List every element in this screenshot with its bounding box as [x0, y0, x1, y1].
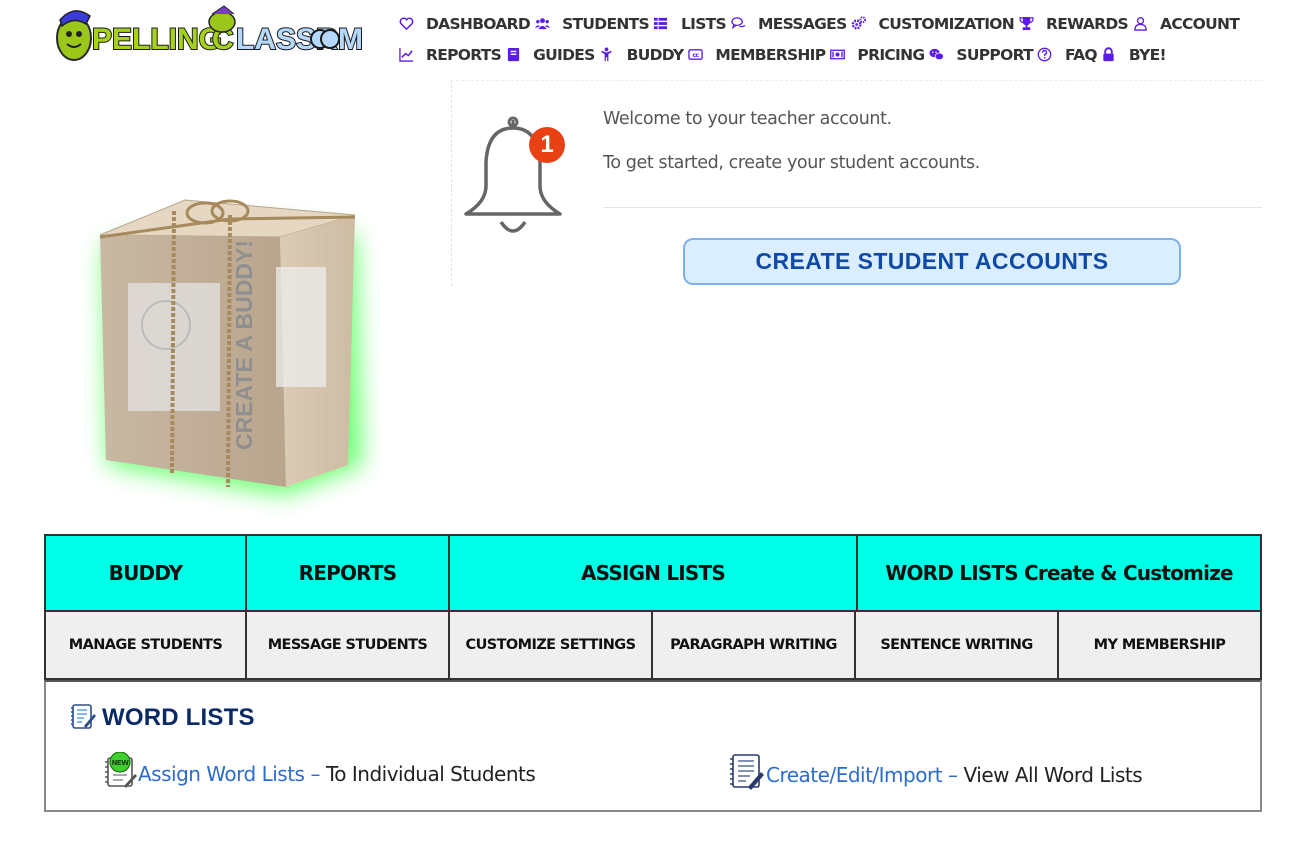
spellingclassroom-logo[interactable]: PELLING C LASSR M	[52, 2, 384, 64]
assign-word-lists-row: NEW Assign Word Lists – To Individual St…	[104, 751, 536, 795]
book-icon	[505, 47, 521, 63]
nav-lists-label: LISTS	[680, 14, 727, 33]
create-buddy-label: CREATE A BUDDY!	[231, 240, 257, 450]
notepad-icon	[70, 702, 96, 734]
question-circle-icon	[1037, 47, 1053, 63]
create-dash: –	[948, 762, 958, 787]
assign-word-lists-link[interactable]: Assign Word Lists	[138, 762, 305, 786]
nav-reports-label: REPORTS	[426, 45, 502, 64]
new-list-icon: NEW	[104, 751, 138, 795]
nav-row-2: REPORTS GUIDES BUDDY cc MEMBERSHIP PRICI…	[398, 39, 1278, 70]
nav-rewards[interactable]: REWARDS	[1018, 15, 1132, 33]
nav-dashboard-label: DASHBOARD	[426, 14, 531, 33]
tile-reports[interactable]: REPORTS	[247, 536, 450, 610]
chart-line-icon	[398, 47, 414, 63]
create-student-accounts-button[interactable]: CREATE STUDENT ACCOUNTS	[683, 238, 1181, 285]
welcome-text: Welcome to your teacher account.	[603, 109, 892, 129]
new-badge-text: NEW	[112, 759, 130, 767]
nav-students[interactable]: STUDENTS	[534, 15, 653, 33]
trophy-icon	[1018, 16, 1034, 32]
assign-dash: –	[310, 761, 320, 786]
svg-text:PELLING: PELLING	[92, 23, 222, 56]
svg-text:cc: cc	[692, 52, 699, 59]
nav-pricing[interactable]: PRICING	[829, 46, 928, 64]
tile-my-membership[interactable]: MY MEMBERSHIP	[1059, 612, 1260, 678]
nav-membership-label: MEMBERSHIP	[715, 45, 826, 64]
tile-assign-lists[interactable]: ASSIGN LISTS	[450, 536, 858, 610]
tile-word-lists[interactable]: WORD LISTS Create & Customize	[858, 536, 1260, 610]
tile-manage-students[interactable]: MANAGE STUDENTS	[46, 612, 247, 678]
child-icon	[599, 47, 615, 63]
users-icon	[534, 16, 550, 32]
create-buddy-box[interactable]: CREATE A BUDDY!	[80, 175, 380, 525]
nav-rewards-label: REWARDS	[1046, 14, 1129, 33]
divider	[603, 207, 1262, 208]
nav-support[interactable]: SUPPORT	[928, 46, 1037, 64]
nav-guides-label: GUIDES	[533, 45, 595, 64]
lock-icon	[1101, 47, 1117, 63]
cogs-icon	[851, 16, 867, 32]
nav-faq[interactable]: FAQ	[1037, 46, 1101, 64]
nav-buddy-label: BUDDY	[626, 45, 684, 64]
nav-lists[interactable]: LISTS	[653, 15, 730, 33]
nav-account[interactable]: ACCOUNT	[1132, 15, 1243, 33]
nav-guides[interactable]: GUIDES	[505, 46, 599, 64]
tile-sentence-writing[interactable]: SENTENCE WRITING	[856, 612, 1059, 678]
nav-reports[interactable]: REPORTS	[398, 46, 505, 64]
quick-menu-grid: BUDDY REPORTS ASSIGN LISTS WORD LISTS Cr…	[44, 534, 1262, 680]
tile-message-students[interactable]: MESSAGE STUDENTS	[247, 612, 450, 678]
cc-icon: cc	[687, 47, 703, 63]
list-icon	[653, 16, 669, 32]
user-icon	[1132, 16, 1148, 32]
nav-support-label: SUPPORT	[956, 45, 1033, 64]
word-lists-heading: WORD LISTS	[70, 702, 255, 734]
nav-students-label: STUDENTS	[562, 14, 650, 33]
quick-menu-row-1: BUDDY REPORTS ASSIGN LISTS WORD LISTS Cr…	[46, 536, 1260, 612]
create-edit-import-link[interactable]: Create/Edit/Import	[766, 763, 943, 787]
assign-description: To Individual Students	[325, 761, 536, 786]
word-lists-section: WORD LISTS NEW Assign Word Lists – To In…	[44, 680, 1262, 812]
nav-messages[interactable]: MESSAGES	[730, 15, 851, 33]
wechat-icon	[928, 47, 944, 63]
nav-customization-label: CUSTOMIZATION	[878, 14, 1015, 33]
heart-icon	[398, 16, 414, 32]
nav-buddy[interactable]: BUDDY	[599, 46, 688, 64]
nav-pricing-label: PRICING	[857, 45, 925, 64]
tile-paragraph-writing[interactable]: PARAGRAPH WRITING	[653, 612, 856, 678]
create-description: View All Word Lists	[963, 762, 1143, 787]
create-edit-import-row: Create/Edit/Import – View All Word Lists	[728, 752, 1143, 797]
comments-icon	[730, 16, 746, 32]
nav-account-label: ACCOUNT	[1160, 14, 1240, 33]
nav-row-1: DASHBOARD STUDENTS LISTS MESSAGES CUSTOM…	[398, 8, 1278, 39]
nav-dashboard[interactable]: DASHBOARD	[398, 15, 534, 33]
nav-bye-label: BYE!	[1128, 45, 1167, 64]
tile-customize-settings[interactable]: CUSTOMIZE SETTINGS	[450, 612, 653, 678]
main-nav: DASHBOARD STUDENTS LISTS MESSAGES CUSTOM…	[398, 8, 1278, 70]
money-bill-icon	[829, 47, 845, 63]
word-lists-title: WORD LISTS	[102, 704, 255, 731]
nav-bye[interactable]: BYE!	[1101, 46, 1170, 64]
get-started-text: To get started, create your student acco…	[603, 153, 980, 173]
nav-customization[interactable]: CUSTOMIZATION	[851, 15, 1019, 33]
quick-menu-row-2: MANAGE STUDENTS MESSAGE STUDENTS CUSTOMI…	[46, 612, 1260, 678]
edit-list-icon	[728, 752, 766, 797]
tile-buddy[interactable]: BUDDY	[46, 536, 247, 610]
notification-count-badge: 1	[529, 127, 565, 163]
nav-faq-label: FAQ	[1064, 45, 1098, 64]
nav-membership[interactable]: cc MEMBERSHIP	[687, 46, 829, 64]
svg-text:M: M	[338, 23, 363, 56]
nav-messages-label: MESSAGES	[758, 14, 847, 33]
